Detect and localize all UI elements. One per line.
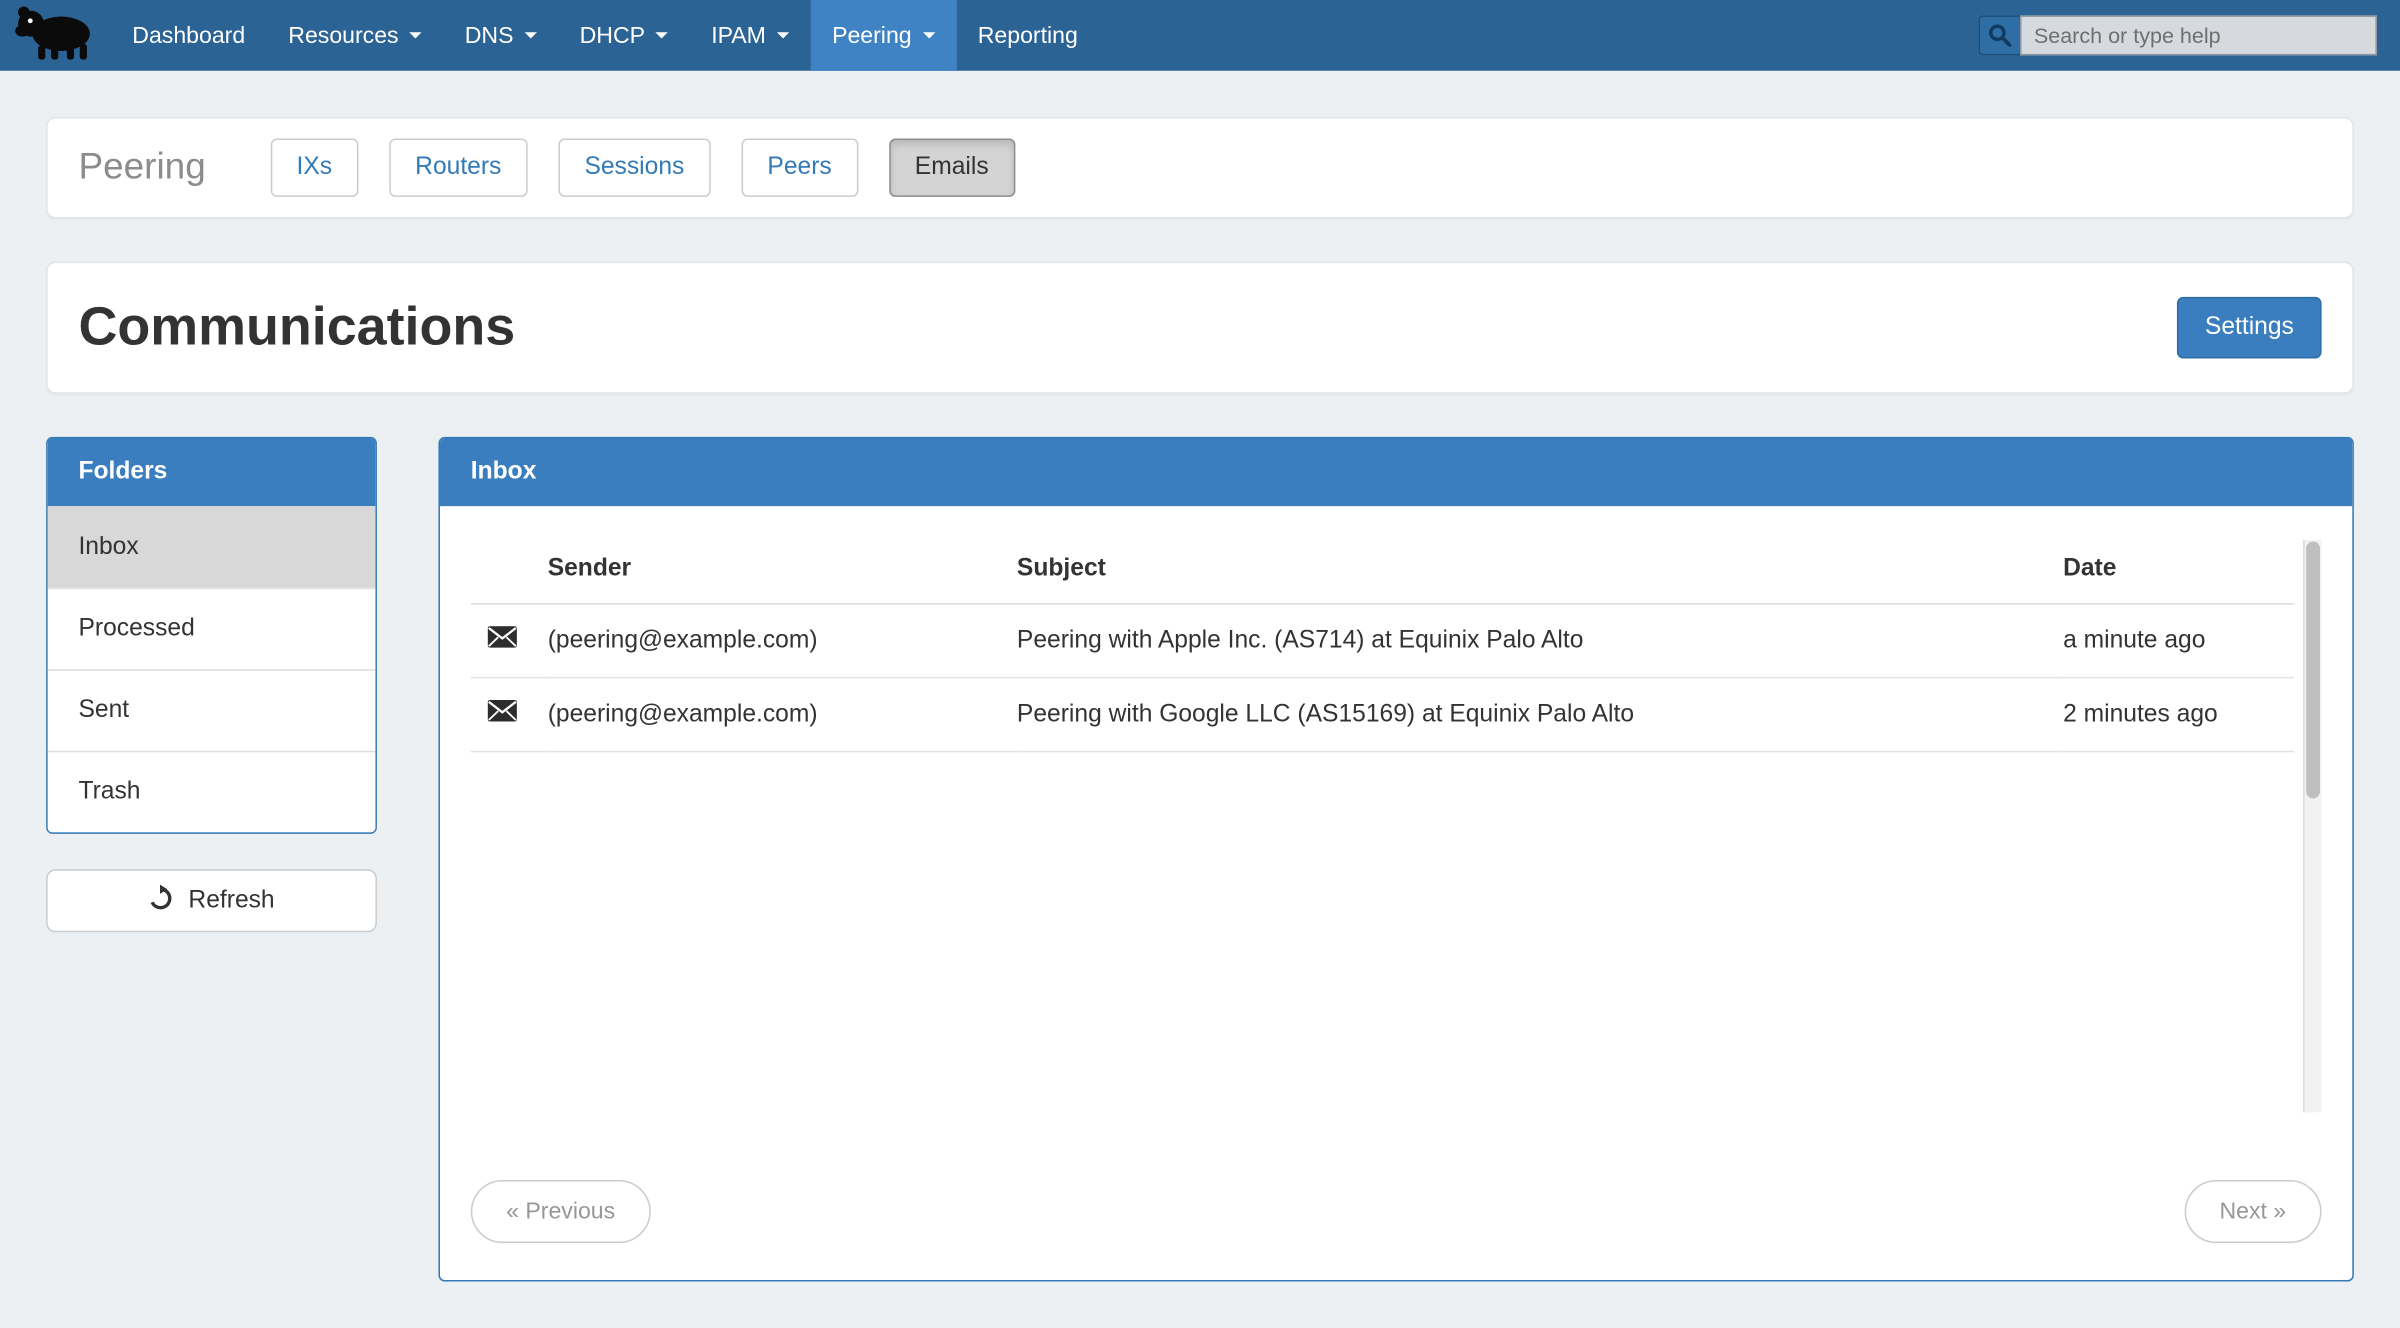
nav-item-label: Peering	[832, 22, 912, 48]
toolbar-title: Peering	[78, 146, 205, 189]
nav-item-label: IPAM	[711, 22, 766, 48]
mail-table: Sender Subject Date	[471, 540, 2294, 752]
previous-page-button[interactable]: « Previous	[471, 1180, 651, 1243]
communications-header: Communications Settings	[46, 262, 2354, 394]
scrollbar-thumb[interactable]	[2306, 542, 2320, 800]
caret-down-icon	[656, 32, 668, 38]
folders-panel: Folders Inbox Processed Sent Trash	[46, 437, 377, 834]
tab-ixs[interactable]: IXs	[270, 138, 358, 196]
folders-panel-heading: Folders	[48, 438, 376, 506]
main-row: Folders Inbox Processed Sent Trash	[46, 437, 2354, 1282]
mail-table-area: Sender Subject Date	[471, 540, 2322, 1112]
column-header-icon	[471, 540, 548, 604]
folders-column: Folders Inbox Processed Sent Trash	[46, 437, 377, 932]
caret-down-icon	[524, 32, 536, 38]
column-header-date: Date	[2063, 540, 2294, 604]
inbox-panel: Inbox Sender	[438, 437, 2353, 1282]
pagination: « Previous Next »	[471, 1180, 2322, 1243]
mail-subject: Peering with Apple Inc. (AS714) at Equin…	[1017, 604, 2063, 678]
nav-item-reporting[interactable]: Reporting	[956, 0, 1099, 71]
inbox-panel-heading: Inbox	[440, 438, 2352, 506]
tab-sessions[interactable]: Sessions	[558, 138, 710, 196]
app-viewport: Dashboard Resources DNS DHCP IPAM Peerin…	[0, 0, 2400, 1323]
mail-row[interactable]: (peering@example.com) Peering with Googl…	[471, 678, 2294, 752]
tab-peers[interactable]: Peers	[741, 138, 858, 196]
nav-item-label: Resources	[288, 22, 398, 48]
nav-item-label: DHCP	[580, 22, 645, 48]
folder-item-processed[interactable]: Processed	[48, 588, 376, 670]
inbox-body: Sender Subject Date	[440, 506, 2352, 1280]
mail-date: a minute ago	[2063, 604, 2294, 678]
nav-item-label: DNS	[465, 22, 514, 48]
nav-item-peering[interactable]: Peering	[811, 0, 957, 71]
nav-item-dhcp[interactable]: DHCP	[558, 0, 690, 71]
refresh-label: Refresh	[188, 887, 274, 915]
folder-item-sent[interactable]: Sent	[48, 669, 376, 751]
scrollbar[interactable]	[2303, 540, 2321, 1112]
panda-logo-icon	[12, 2, 98, 68]
nav-item-dns[interactable]: DNS	[443, 0, 558, 71]
main-menu: Dashboard Resources DNS DHCP IPAM Peerin…	[111, 0, 1100, 71]
brand-logo[interactable]	[0, 0, 111, 71]
nav-item-label: Reporting	[978, 22, 1078, 48]
envelope-icon	[471, 678, 548, 752]
search-icon[interactable]	[1978, 15, 2020, 55]
navbar-search	[1978, 0, 2400, 71]
page-content: Peering IXs Routers Sessions Peers Email…	[0, 71, 2400, 1328]
page-title: Communications	[78, 297, 515, 359]
next-page-button[interactable]: Next »	[2184, 1180, 2321, 1243]
inbox-column: Inbox Sender	[438, 437, 2353, 1282]
column-header-subject: Subject	[1017, 540, 2063, 604]
envelope-icon	[471, 604, 548, 678]
peering-toolbar: Peering IXs Routers Sessions Peers Email…	[46, 117, 2354, 219]
mail-sender: (peering@example.com)	[548, 604, 1017, 678]
caret-down-icon	[409, 32, 421, 38]
refresh-icon	[148, 884, 174, 918]
mail-date: 2 minutes ago	[2063, 678, 2294, 752]
folders-list: Inbox Processed Sent Trash	[48, 506, 376, 832]
nav-item-resources[interactable]: Resources	[267, 0, 443, 71]
mail-table-header-row: Sender Subject Date	[471, 540, 2294, 604]
nav-item-label: Dashboard	[132, 22, 245, 48]
mail-row[interactable]: (peering@example.com) Peering with Apple…	[471, 604, 2294, 678]
folder-item-trash[interactable]: Trash	[48, 751, 376, 833]
nav-item-ipam[interactable]: IPAM	[690, 0, 811, 71]
refresh-button[interactable]: Refresh	[46, 869, 377, 932]
mail-subject: Peering with Google LLC (AS15169) at Equ…	[1017, 678, 2063, 752]
column-header-sender: Sender	[548, 540, 1017, 604]
caret-down-icon	[922, 32, 934, 38]
top-navbar: Dashboard Resources DNS DHCP IPAM Peerin…	[0, 0, 2400, 71]
folder-item-inbox[interactable]: Inbox	[48, 506, 376, 588]
settings-button[interactable]: Settings	[2177, 297, 2321, 359]
nav-item-dashboard[interactable]: Dashboard	[111, 0, 267, 71]
mail-sender: (peering@example.com)	[548, 678, 1017, 752]
tab-routers[interactable]: Routers	[389, 138, 528, 196]
tab-emails[interactable]: Emails	[889, 138, 1015, 196]
search-box	[1978, 15, 2376, 55]
caret-down-icon	[777, 32, 789, 38]
search-input[interactable]	[2020, 15, 2377, 55]
